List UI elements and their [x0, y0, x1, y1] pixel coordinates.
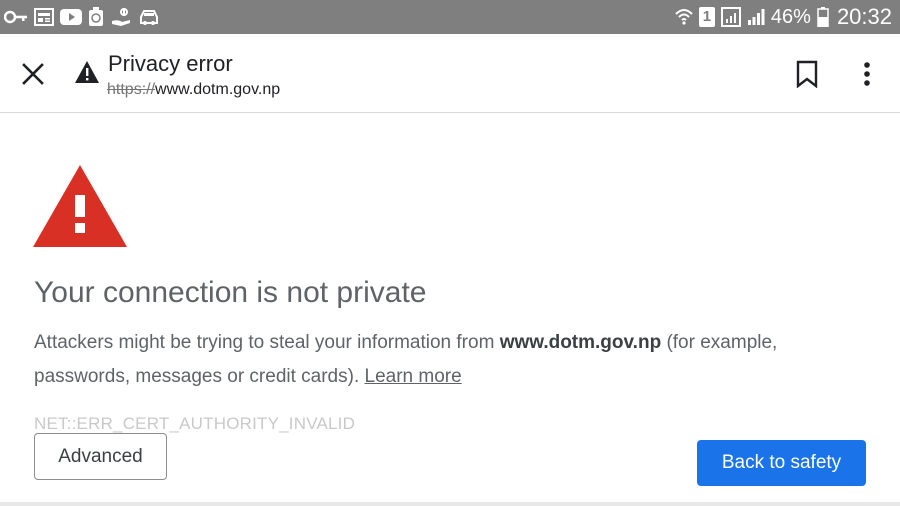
explanation-part-1: Attackers might be trying to steal your … [34, 332, 500, 353]
url-host: www.dotm.gov.np [155, 81, 281, 98]
page-title: Privacy error [108, 51, 233, 76]
signal-icon [720, 7, 741, 27]
clock: 20:32 [836, 4, 892, 29]
notification-icons [4, 6, 160, 28]
close-icon[interactable] [20, 61, 46, 87]
battery-percent: 46% [770, 6, 811, 28]
learn-more-link[interactable]: Learn more [365, 366, 462, 387]
advanced-button[interactable]: Advanced [34, 433, 167, 480]
url-display[interactable]: https://www.dotm.gov.np [107, 81, 280, 99]
warning-icon [75, 61, 99, 83]
signal-2-icon [747, 9, 765, 25]
car-icon [140, 10, 158, 25]
wifi-icon [675, 9, 693, 25]
battery-icon [817, 7, 829, 27]
warning-triangle-icon [33, 165, 127, 247]
sim1-icon: 1 [698, 7, 715, 27]
explanation-host: www.dotm.gov.np [499, 332, 662, 353]
recycle-icon [89, 7, 103, 26]
explanation-text: Attackers might be trying to steal your … [34, 326, 854, 394]
custom-tab-toolbar: Privacy error https://www.dotm.gov.np [0, 34, 900, 113]
system-indicators: 1 46% 20:32 [675, 0, 892, 34]
news-icon [34, 8, 54, 26]
bottom-edge [0, 502, 900, 506]
url-scheme: https:// [107, 81, 156, 98]
error-code: NET::ERR_CERT_AUTHORITY_INVALID [34, 414, 356, 433]
bookmark-icon[interactable] [796, 60, 818, 88]
youtube-icon [60, 9, 82, 25]
hand-icon [112, 8, 130, 26]
back-to-safety-button[interactable]: Back to safety [697, 440, 866, 486]
key-icon [4, 10, 27, 24]
more-vert-icon[interactable] [860, 60, 874, 88]
main-heading: Your connection is not private [34, 276, 427, 309]
status-bar: 1 46% 20:32 [0, 0, 900, 34]
